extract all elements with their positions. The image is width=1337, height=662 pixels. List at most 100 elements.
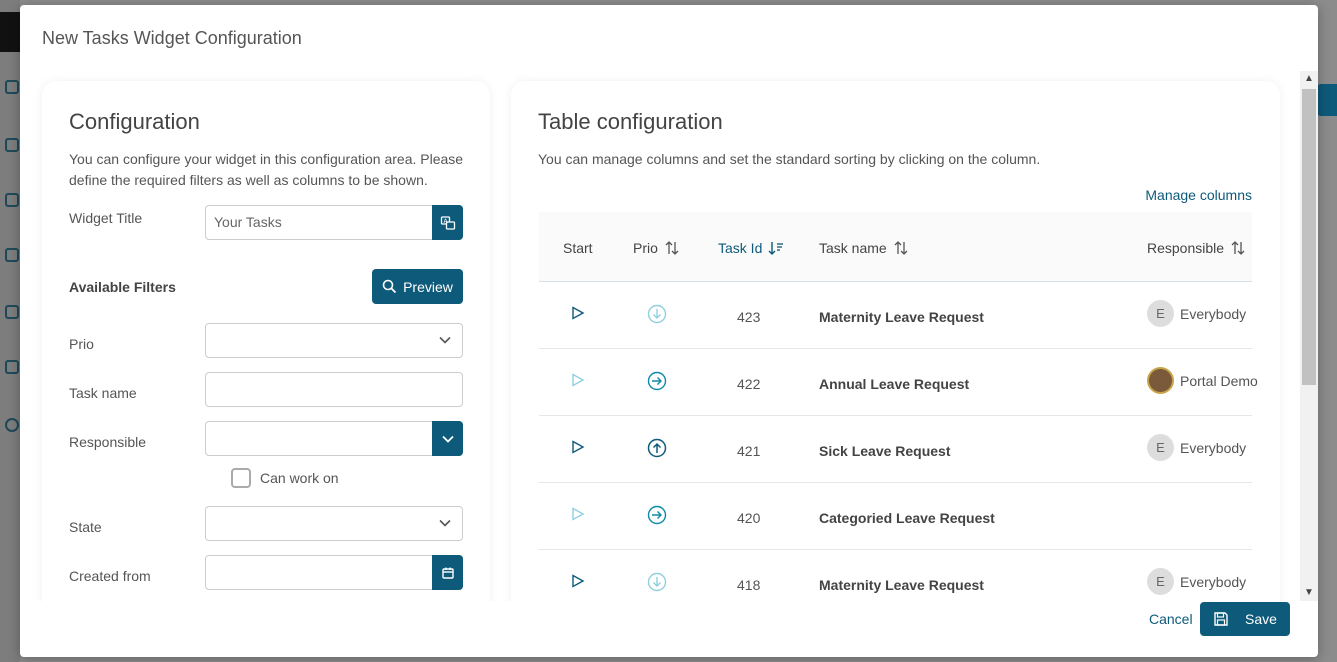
column-start[interactable]: Start [563, 240, 593, 256]
responsible-name: Everybody [1180, 305, 1247, 322]
start-play-icon[interactable] [571, 306, 585, 323]
modal-title: New Tasks Widget Configuration [42, 28, 302, 48]
preview-button[interactable]: Preview [372, 269, 463, 304]
table-configuration-description: You can manage columns and set the stand… [538, 151, 1041, 167]
task-id: 418 [737, 577, 761, 593]
responsible-dropdown-button[interactable] [432, 421, 463, 456]
task-name: Annual Leave Request [819, 376, 970, 392]
task-id: 423 [737, 309, 761, 325]
info-icon [5, 418, 19, 432]
column-label: Responsible [1147, 240, 1225, 256]
calendar-icon [441, 567, 454, 579]
avatar: E [1147, 434, 1174, 461]
state-label: State [69, 519, 102, 535]
responsible-label: Responsible [69, 434, 147, 450]
chevron-down-icon [441, 435, 454, 443]
column-label: Prio [633, 240, 658, 256]
column-label: Task Id [718, 240, 763, 256]
responsible-cell: E Everybody [1147, 434, 1246, 461]
task-id: 421 [737, 443, 761, 459]
table-row[interactable]: 420 Categoried Leave Request [539, 483, 1252, 550]
column-label: Task name [819, 240, 887, 256]
available-filters-label: Available Filters [69, 279, 176, 295]
calendar-button[interactable] [432, 555, 463, 590]
table-row[interactable]: 418 Maternity Leave Request E Everybody [539, 550, 1252, 601]
column-responsible[interactable]: Responsible [1147, 240, 1246, 256]
cancel-button[interactable]: Cancel [1149, 611, 1193, 627]
save-button[interactable]: Save [1200, 602, 1290, 636]
task-id: 422 [737, 376, 761, 392]
widget-title-input[interactable]: Your Tasks A [205, 205, 463, 240]
prio-low-icon [647, 304, 667, 327]
modal-scroll-area: Configuration You can configure your wid… [20, 71, 1318, 601]
configuration-title: Configuration [69, 109, 200, 134]
bulb-icon [5, 360, 19, 374]
responsible-name: Everybody [1180, 573, 1247, 590]
responsible-select[interactable] [205, 421, 463, 456]
manage-columns-link[interactable]: Manage columns [1145, 187, 1252, 203]
background-sidebar [0, 0, 20, 662]
start-play-icon[interactable] [571, 574, 585, 591]
scroll-up-arrow[interactable]: ▲ [1303, 73, 1315, 85]
tasks-table: Start Prio Task Id Task name Responsible… [539, 212, 1258, 601]
prio-high-icon [647, 438, 667, 461]
created-from-label: Created from [69, 568, 151, 584]
prio-label: Prio [69, 336, 94, 352]
search-icon [382, 279, 397, 294]
responsible-cell: E Everybody [1147, 568, 1246, 595]
avatar: E [1147, 300, 1174, 327]
translate-icon: A [440, 215, 455, 230]
task-name: Categoried Leave Request [819, 510, 995, 526]
start-play-icon[interactable] [571, 440, 585, 457]
scroll-thumb[interactable] [1302, 89, 1316, 385]
chevron-down-icon [439, 336, 451, 344]
save-icon [1214, 612, 1228, 626]
widget-config-modal: New Tasks Widget Configuration Configura… [20, 5, 1318, 657]
can-work-on-label: Can work on [260, 470, 339, 486]
scroll-down-arrow[interactable]: ▼ [1303, 587, 1315, 599]
column-prio[interactable]: Prio [633, 240, 680, 256]
task-name: Sick Leave Request [819, 443, 951, 459]
start-play-icon[interactable] [571, 507, 585, 524]
table-row[interactable]: 421 Sick Leave Request E Everybody [539, 416, 1252, 483]
description-line: define the required filters as well as c… [69, 172, 428, 188]
created-from-input[interactable] [205, 555, 463, 590]
sort-icon [665, 241, 679, 255]
prio-medium-icon [647, 505, 667, 528]
state-select[interactable] [205, 506, 463, 541]
location-icon [5, 305, 19, 319]
sort-icon [894, 241, 908, 255]
task-name-label: Task name [69, 385, 137, 401]
app-logo [0, 12, 20, 52]
configuration-card: Configuration You can configure your wid… [42, 81, 490, 601]
column-task-name[interactable]: Task name [819, 240, 909, 256]
prio-select[interactable] [205, 323, 463, 358]
prio-low-icon [647, 572, 667, 595]
task-name: Maternity Leave Request [819, 309, 984, 325]
user-photo-avatar [1147, 367, 1174, 394]
apps-icon [5, 248, 19, 262]
table-row[interactable]: 422 Annual Leave Request Portal Demo [539, 349, 1258, 416]
table-configuration-card: Table configuration You can manage colum… [511, 81, 1280, 601]
start-play-icon[interactable] [571, 373, 585, 390]
vertical-scrollbar[interactable]: ▲ ▼ [1300, 71, 1318, 601]
can-work-on-checkbox[interactable] [231, 468, 251, 488]
column-task-id[interactable]: Task Id [718, 240, 784, 256]
dashboard-icon [5, 80, 19, 94]
responsible-cell: E Everybody [1147, 300, 1246, 327]
chevron-down-icon [439, 519, 451, 527]
description-line: You can configure your widget in this co… [69, 151, 464, 167]
network-icon [5, 138, 19, 152]
prio-medium-icon [647, 371, 667, 394]
save-label: Save [1245, 611, 1277, 627]
widget-title-label: Widget Title [69, 210, 143, 226]
sort-icon [1231, 241, 1245, 255]
configuration-description: You can configure your widget in this co… [69, 149, 463, 191]
task-name-input[interactable] [205, 372, 463, 407]
translate-button[interactable]: A [432, 205, 463, 240]
tasks-icon [5, 193, 19, 207]
table-configuration-title: Table configuration [538, 109, 723, 134]
avatar: E [1147, 568, 1174, 595]
responsible-cell: Portal Demo [1147, 367, 1258, 394]
table-row[interactable]: 423 Maternity Leave Request E Everybody [539, 282, 1252, 349]
